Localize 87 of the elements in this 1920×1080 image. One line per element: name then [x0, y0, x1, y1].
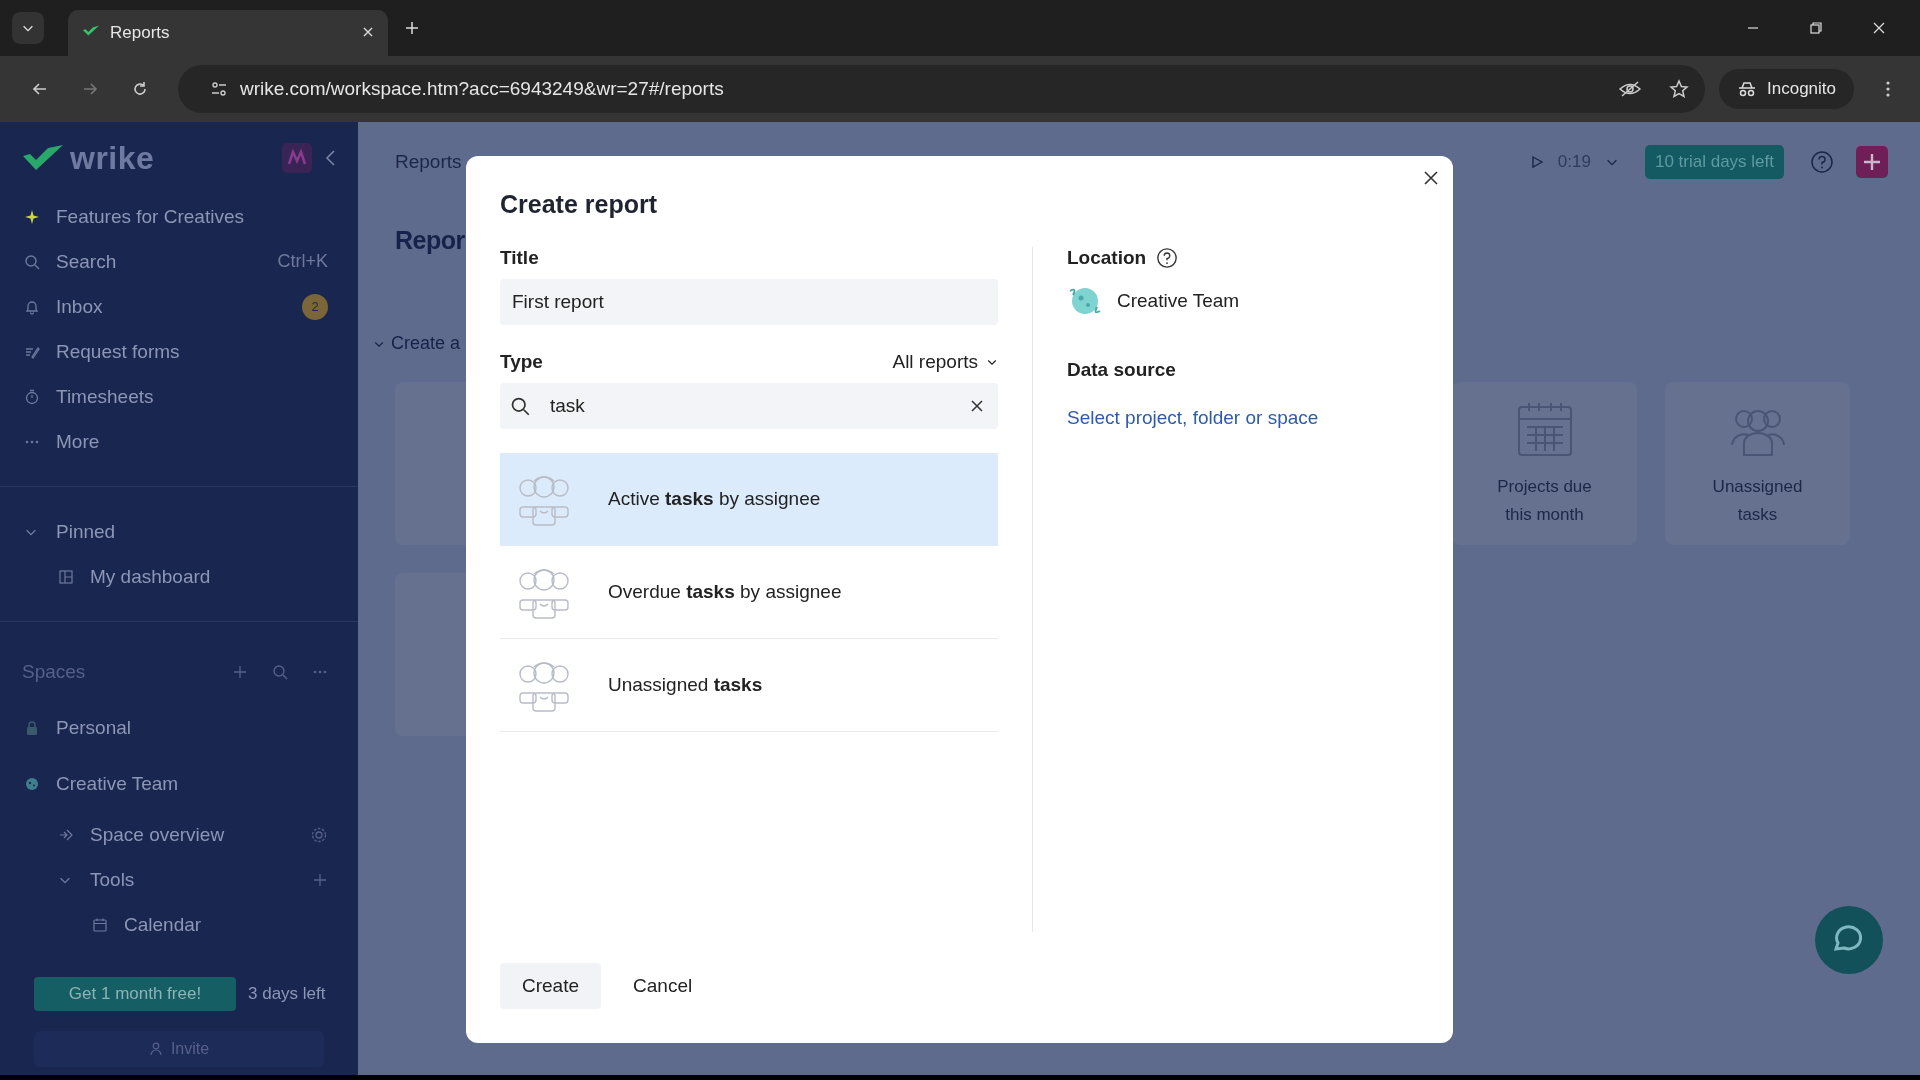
incognito-button[interactable]: Incognito	[1719, 69, 1854, 109]
search-icon[interactable]	[272, 664, 288, 680]
help-icon[interactable]	[1156, 247, 1179, 269]
browser-tab[interactable]: Reports	[68, 10, 388, 56]
section-label: Pinned	[56, 520, 116, 543]
tree-item[interactable]: Calendar	[0, 902, 358, 948]
field-label: Data source	[1067, 359, 1177, 381]
create-button[interactable]: Create	[500, 963, 602, 1009]
person-add-icon	[148, 1042, 163, 1056]
title-field[interactable]: First report	[500, 279, 998, 325]
tree-item[interactable]: Creative Team	[0, 756, 358, 812]
report-card[interactable]: Unassigned tasks	[1665, 382, 1850, 545]
cancel-button[interactable]: Cancel	[611, 963, 715, 1009]
report-type-item[interactable]: Overdue tasks by assignee	[500, 546, 998, 639]
workspace-avatar-icon[interactable]	[282, 143, 312, 173]
tree-label: Tools	[90, 868, 135, 891]
filter-dropdown[interactable]: All reports	[892, 351, 998, 373]
nav-item[interactable]: More	[0, 419, 358, 464]
field-label: Title	[500, 247, 540, 269]
eye-slash-icon[interactable]	[1619, 80, 1641, 98]
site-settings-icon	[210, 80, 228, 98]
location-name: Creative Team	[1117, 290, 1240, 312]
more-icon[interactable]	[312, 670, 328, 674]
trial-note: 3 days left	[248, 984, 326, 1004]
tree-label: Creative Team	[56, 773, 179, 795]
report-type-item[interactable]: Active tasks by assignee	[500, 453, 998, 546]
tree-item[interactable]: Space overview	[0, 812, 358, 857]
url-text: wrike.com/workspace.htm?acc=6943249&wr=27#/reports	[240, 78, 724, 100]
report-card[interactable]: Projects due this month	[1452, 382, 1637, 545]
search-icon	[24, 253, 42, 270]
report-type-label: Active tasks by assignee	[608, 488, 821, 510]
nav-item[interactable]: Search Ctrl+K	[0, 239, 358, 284]
invite-label: Invite	[170, 1040, 210, 1058]
nav-label: Features for Creatives	[56, 205, 244, 228]
data-source-link[interactable]: Select project, folder or space	[1067, 407, 1319, 429]
nav-item[interactable]: Timesheets	[0, 374, 358, 419]
report-type-label: Unassigned tasks	[608, 674, 763, 696]
field-label: Type	[500, 351, 543, 373]
wrike-check-icon	[22, 144, 64, 172]
pinned-header[interactable]: Pinned	[0, 509, 358, 554]
tab-title: Reports	[110, 23, 171, 43]
tree-label: Personal	[56, 717, 131, 739]
dashboard-icon	[58, 568, 76, 585]
add-icon[interactable]	[1856, 146, 1888, 178]
filter-label: All reports	[892, 351, 978, 373]
nav-label: More	[56, 430, 100, 453]
logo-text: wrike	[70, 139, 155, 177]
close-icon[interactable]	[1423, 170, 1439, 186]
shortcut-text: Ctrl+K	[277, 251, 328, 272]
collapse-icon[interactable]	[324, 149, 336, 167]
promo-button[interactable]: Get 1 month free!	[34, 977, 236, 1011]
play-icon[interactable]	[1529, 155, 1544, 169]
section-label: Spaces	[22, 661, 86, 683]
tree-label: Calendar	[124, 914, 202, 936]
nav-item[interactable]: Request forms	[0, 329, 358, 374]
incognito-label: Incognito	[1767, 79, 1836, 99]
nav-item[interactable]: Features for Creatives	[0, 194, 358, 239]
search-icon	[510, 396, 530, 416]
nav-label: Inbox	[56, 295, 103, 318]
nav-label: My dashboard	[90, 565, 211, 588]
chat-icon[interactable]	[1814, 905, 1884, 975]
gear-icon[interactable]	[310, 825, 328, 844]
dialog-title: Create report	[500, 190, 658, 219]
report-type-item[interactable]: Unassigned tasks	[500, 639, 998, 732]
nav-label: Search	[56, 250, 117, 273]
nav-item[interactable]: My dashboard	[0, 554, 358, 599]
field-label: Location	[1067, 247, 1147, 269]
new-tab-icon[interactable]	[404, 20, 420, 36]
section-title: Create a	[391, 333, 461, 354]
star-icon[interactable]	[1669, 79, 1689, 99]
calendar-icon	[92, 917, 110, 933]
card-label: Projects due this month	[1496, 475, 1593, 526]
report-type-label: Overdue tasks by assignee	[608, 581, 842, 603]
breadcrumb[interactable]: Reports	[395, 151, 462, 173]
count-badge: 2	[302, 293, 328, 320]
address-bar[interactable]: wrike.com/workspace.htm?acc=6943249&wr=27#/reports	[178, 65, 1705, 113]
nav-label: Request forms	[56, 340, 180, 363]
page-heading: Repor	[395, 226, 466, 255]
nav-label: Timesheets	[56, 385, 154, 408]
nav-item[interactable]: Inbox 2	[0, 284, 358, 329]
incognito-icon	[1737, 81, 1757, 97]
search-field[interactable]: task	[500, 383, 998, 429]
tree-item[interactable]: Personal	[0, 700, 358, 756]
tree-item[interactable]: Tools	[0, 857, 358, 902]
card-label: Unassigned tasks	[1711, 475, 1804, 526]
clear-icon[interactable]	[970, 399, 984, 413]
tree-label: Space overview	[90, 823, 225, 846]
